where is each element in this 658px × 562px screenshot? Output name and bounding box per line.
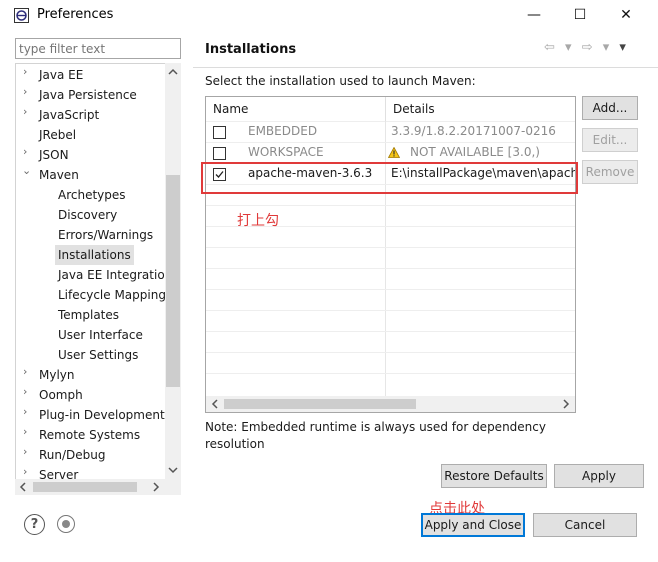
expander-icon[interactable]: › — [23, 405, 33, 425]
scroll-up-icon[interactable] — [166, 66, 180, 78]
expander-icon[interactable]: ⌄ — [22, 164, 32, 184]
filter-input[interactable] — [15, 38, 181, 59]
scroll-right-icon[interactable] — [150, 481, 162, 493]
preferences-tree: › Java EE › Java Persistence › JavaScrip… — [15, 63, 181, 495]
check-hint-annotation: 打上勾 — [237, 213, 279, 229]
scroll-left-icon[interactable] — [209, 398, 221, 410]
warning-icon — [388, 147, 400, 158]
installations-description: Select the installation used to launch M… — [205, 74, 476, 88]
row-divider — [206, 247, 575, 248]
tree-item-user-interface[interactable]: User Interface — [58, 325, 143, 345]
tree-item-run-debug[interactable]: Run/Debug — [39, 445, 106, 465]
tree-vertical-scroll-thumb[interactable] — [166, 175, 180, 387]
header-divider — [193, 67, 658, 68]
row-divider — [206, 205, 575, 206]
title-bar: Preferences — ☐ ✕ — [0, 0, 658, 32]
tree-item-user-settings[interactable]: User Settings — [58, 345, 138, 365]
maximize-button[interactable]: ☐ — [558, 0, 602, 30]
expander-icon[interactable]: › — [23, 65, 33, 85]
tree-item-archetypes[interactable]: Archetypes — [58, 185, 126, 205]
back-arrow-icon[interactable]: ⇦ ▾ — [544, 40, 575, 55]
embedded-runtime-note: Note: Embedded runtime is always used fo… — [205, 420, 546, 451]
restore-defaults-button[interactable]: Restore Defaults — [441, 464, 547, 488]
forward-arrow-icon[interactable]: ⇨ ▾ — [582, 40, 613, 55]
installations-table: Name Details EMBEDDED 3.3.9/1.8.2.201710… — [205, 96, 576, 413]
installation-details: 3.3.9/1.8.2.20171007-0216 — [391, 124, 556, 138]
expander-icon[interactable]: › — [23, 425, 33, 445]
apply-and-close-button[interactable]: Apply and Close — [421, 513, 525, 537]
tree-item-java-ee[interactable]: Java EE — [39, 65, 83, 85]
remove-button[interactable]: Remove — [582, 160, 638, 184]
row-divider — [206, 352, 575, 353]
row-checkbox[interactable] — [213, 147, 226, 160]
help-icon[interactable]: ? — [24, 514, 45, 535]
tree-item-plugin-development[interactable]: Plug-in Development — [39, 405, 165, 425]
tree-item-mylyn[interactable]: Mylyn — [39, 365, 75, 385]
installation-name: EMBEDDED — [248, 124, 318, 138]
row-divider — [206, 310, 575, 311]
tree-item-java-ee-integration[interactable]: Java EE Integration — [58, 265, 172, 285]
apply-button[interactable]: Apply — [554, 464, 644, 488]
row-divider — [206, 331, 575, 332]
table-horizontal-scroll-thumb[interactable] — [224, 399, 416, 409]
edit-button[interactable]: Edit... — [582, 128, 638, 152]
tree-item-maven[interactable]: Maven — [39, 165, 79, 185]
expander-icon[interactable]: › — [23, 445, 33, 465]
minimize-button[interactable]: — — [512, 0, 556, 30]
installation-name: WORKSPACE — [248, 145, 324, 159]
cancel-button[interactable]: Cancel — [533, 513, 637, 537]
expander-icon[interactable]: › — [23, 385, 33, 405]
scroll-down-icon[interactable] — [166, 464, 180, 476]
tree-item-javascript[interactable]: JavaScript — [39, 105, 99, 125]
tree-item-templates[interactable]: Templates — [58, 305, 119, 325]
column-header-name[interactable]: Name — [206, 97, 385, 121]
tree-item-jrebel[interactable]: JRebel — [39, 125, 76, 145]
scroll-right-icon[interactable] — [560, 398, 572, 410]
tree-item-discovery[interactable]: Discovery — [58, 205, 117, 225]
record-icon[interactable] — [57, 515, 75, 533]
tree-horizontal-scroll-thumb[interactable] — [33, 482, 137, 492]
installation-details: NOT AVAILABLE [3.0,) — [410, 145, 540, 159]
expander-icon[interactable]: › — [23, 85, 33, 105]
expander-icon[interactable]: › — [23, 365, 33, 385]
column-header-details[interactable]: Details — [385, 97, 575, 121]
row-divider — [206, 268, 575, 269]
expander-icon[interactable]: › — [23, 105, 33, 125]
tree-item-oomph[interactable]: Oomph — [39, 385, 83, 405]
table-row[interactable]: WORKSPACE NOT AVAILABLE [3.0,) — [206, 142, 575, 163]
tree-item-java-persistence[interactable]: Java Persistence — [39, 85, 137, 105]
row-checkbox[interactable] — [213, 126, 226, 139]
page-title: Installations — [205, 42, 297, 57]
row-divider — [206, 289, 575, 290]
tree-item-errors-warnings[interactable]: Errors/Warnings — [58, 225, 153, 245]
tree-item-json[interactable]: JSON — [39, 145, 69, 165]
table-row[interactable]: EMBEDDED 3.3.9/1.8.2.20171007-0216 — [206, 121, 575, 142]
row-divider — [206, 373, 575, 374]
scroll-left-icon[interactable] — [17, 481, 29, 493]
highlight-box — [201, 162, 578, 194]
tree-item-remote-systems[interactable]: Remote Systems — [39, 425, 140, 445]
tree-item-lifecycle-mapping[interactable]: Lifecycle Mapping — [58, 285, 166, 305]
view-menu-icon[interactable]: ▾ — [619, 40, 629, 55]
add-button[interactable]: Add... — [582, 96, 638, 120]
close-button[interactable]: ✕ — [604, 0, 648, 30]
window-title: Preferences — [37, 7, 114, 22]
expander-icon[interactable]: › — [23, 145, 33, 165]
page-navigation: ⇦ ▾ ⇨ ▾ ▾ — [544, 40, 629, 55]
eclipse-preferences-icon — [14, 8, 29, 23]
tree-item-installations[interactable]: Installations — [55, 245, 134, 265]
